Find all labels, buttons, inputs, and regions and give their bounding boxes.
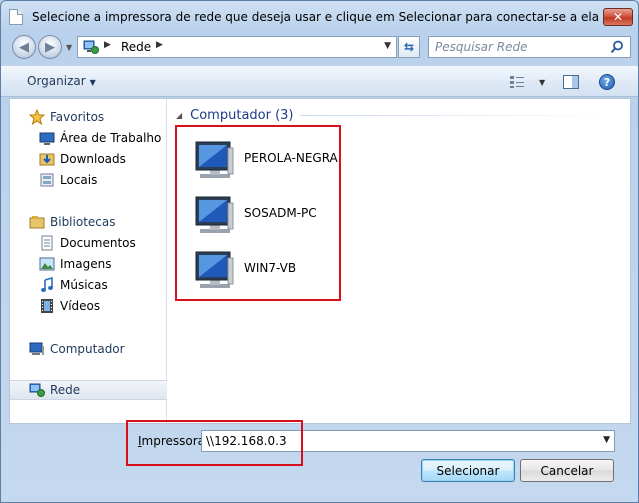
nav-documents-label: Documentos [60,236,136,250]
nav-network[interactable]: Rede [10,380,167,400]
pictures-icon [39,257,55,271]
select-button[interactable]: Selecionar [421,459,515,482]
chevron-down-icon: ▼ [89,78,96,87]
help-button[interactable]: ? [599,73,615,91]
highlight-box-computers [175,125,341,301]
document-icon [9,9,23,25]
places-icon [40,173,54,187]
forward-arrow-icon: ▶ [45,39,55,55]
search-input[interactable] [429,37,599,57]
nav-videos-label: Vídeos [60,299,101,313]
nav-favorites[interactable]: Favoritos [10,107,167,127]
nav-music-label: Músicas [60,278,108,292]
nav-favorites-label: Favoritos [50,110,105,124]
nav-places-label: Locais [60,173,98,187]
address-dropdown-icon[interactable]: ▼ [384,41,391,51]
highlight-box-printer [126,420,303,466]
network-icon [29,383,45,397]
music-icon [41,277,53,292]
breadcrumb-rede[interactable]: Rede [121,40,151,54]
group-header-divider [299,115,616,116]
nav-places[interactable]: Locais [10,170,167,190]
chevron-down-icon[interactable]: ▼ [603,435,610,445]
title-bar: Selecione a impressora de rede que desej… [1,1,638,33]
preview-pane-icon [563,75,579,89]
desktop-icon [39,132,55,145]
group-header-computer[interactable]: ◢ Computador (3) [176,108,616,123]
nav-music[interactable]: Músicas [10,275,167,295]
printer-select-dialog: Selecione a impressora de rede que desej… [0,0,639,503]
help-icon: ? [599,74,615,90]
bottom-bar: Impressora ▼ Selecionar Cancelar [1,425,638,502]
network-icon [83,40,99,54]
forward-button[interactable]: ▶ [38,35,62,59]
nav-libraries[interactable]: Bibliotecas [10,212,167,232]
window-title: Selecione a impressora de rede que desej… [32,10,600,24]
change-view-button[interactable]: ▼ [509,73,545,91]
command-bar: Organizar ▼ ▼ ? [1,65,638,97]
recent-pages-dropdown[interactable]: ▼ [66,43,72,52]
nav-documents[interactable]: Documentos [10,233,167,253]
computer-icon [29,342,44,355]
collapse-triangle-icon[interactable]: ◢ [176,111,182,120]
downloads-folder-icon [39,153,55,166]
nav-libraries-label: Bibliotecas [50,215,116,229]
search-icon[interactable] [610,40,624,54]
nav-desktop[interactable]: Área de Trabalho [10,128,167,148]
back-button[interactable]: ◀ [12,35,36,59]
refresh-icon: ⇆ [403,40,415,54]
cancel-button[interactable]: Cancelar [520,459,614,482]
back-arrow-icon: ◀ [19,39,29,55]
refresh-button[interactable]: ⇆ [398,36,420,58]
nav-downloads[interactable]: Downloads [10,149,167,169]
address-bar[interactable]: ▶ Rede ▶ ▼ [77,36,397,58]
videos-icon [41,299,53,313]
documents-icon [41,235,53,251]
nav-computer[interactable]: Computador [10,339,167,359]
views-icon [510,76,524,88]
preview-pane-button[interactable] [563,73,579,91]
views-dropdown-icon[interactable]: ▼ [539,78,545,87]
close-button[interactable]: ✕ [603,8,633,26]
star-icon [29,109,45,125]
nav-network-label: Rede [50,383,81,397]
nav-videos[interactable]: Vídeos [10,296,167,316]
nav-downloads-label: Downloads [60,152,126,166]
group-header-title: Computador (3) [190,108,294,123]
nav-pictures-label: Imagens [60,257,112,271]
breadcrumb-chevron-icon[interactable]: ▶ [156,40,163,50]
nav-computer-label: Computador [50,342,125,356]
libraries-icon [29,216,45,229]
organize-label: Organizar [27,74,86,88]
navigation-pane: Favoritos Área de Trabalho Downloads Loc… [10,99,167,423]
address-row: ◀ ▶ ▼ ▶ Rede ▶ ▼ ⇆ [1,33,638,63]
breadcrumb-separator-icon[interactable]: ▶ [104,40,111,50]
nav-pictures[interactable]: Imagens [10,254,167,274]
organize-button[interactable]: Organizar ▼ [27,74,96,88]
nav-desktop-label: Área de Trabalho [60,131,162,145]
search-box[interactable] [428,36,631,58]
